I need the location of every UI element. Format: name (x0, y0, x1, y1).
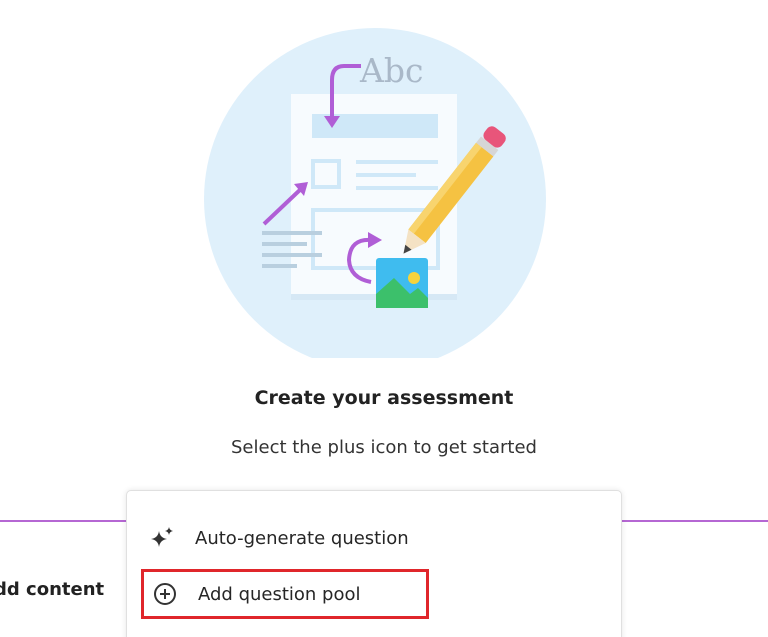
plus-circle-icon (150, 579, 180, 609)
add-question-pool-item[interactable]: Add question pool (141, 569, 429, 619)
document-shadow (291, 294, 457, 300)
add-content-menu: Auto-generate question Add question pool (126, 490, 622, 637)
assessment-illustration: Abc (204, 28, 546, 358)
image-thumbnail-icon (376, 258, 428, 308)
assessment-page: Abc Create your assessment Select the pl… (0, 0, 768, 637)
add-content-divider-right (620, 520, 768, 522)
empty-state-subtitle: Select the plus icon to get started (231, 437, 537, 458)
auto-generate-question-item[interactable]: Auto-generate question (141, 516, 429, 560)
empty-state-title: Create your assessment (254, 387, 514, 409)
add-content-divider-left (0, 520, 126, 522)
abc-text: Abc (359, 51, 423, 90)
add-content-label[interactable]: dd content (0, 579, 104, 600)
sparkle-icon (147, 523, 177, 553)
add-question-pool-label: Add question pool (198, 583, 361, 605)
auto-generate-question-label: Auto-generate question (195, 527, 409, 549)
